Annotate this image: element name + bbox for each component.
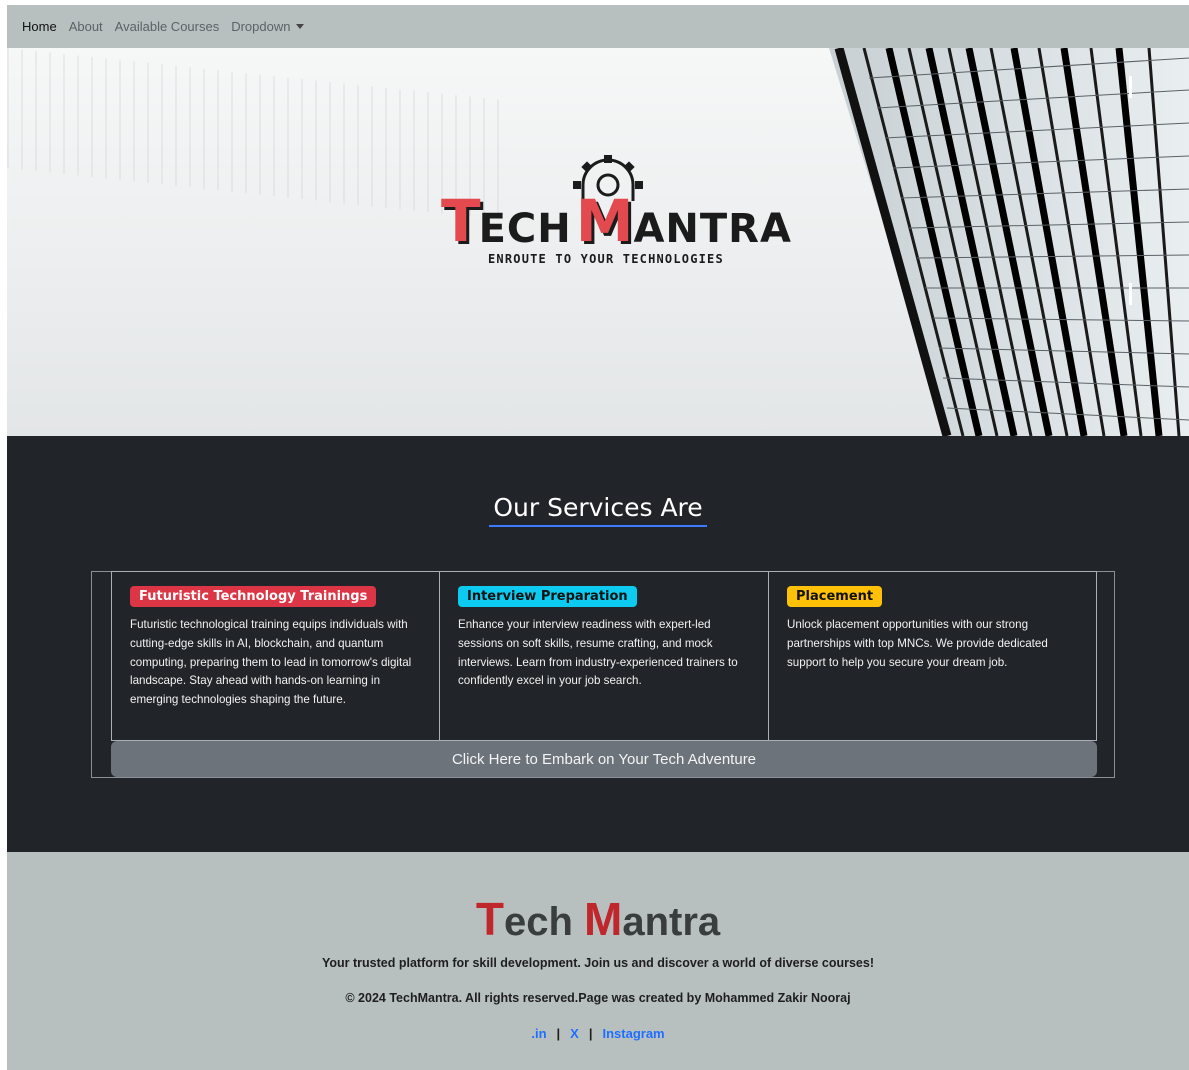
page: Home About Available Courses Dropdown T … [7,5,1189,1070]
service-card-placement: Placement Unlock placement opportunities… [768,571,1097,741]
service-badge: Futuristic Technology Trainings [130,586,377,607]
nav-home[interactable]: Home [22,19,57,34]
service-card-futuristic-training: Futuristic Technology Trainings Futurist… [111,571,440,741]
service-badge: Interview Preparation [458,586,637,607]
logo-tagline: ENROUTE TO YOUR TECHNOLOGIES [488,252,724,266]
logo-antra: ANTRA [633,206,792,252]
footer-brand-cap-m: M [584,893,623,945]
footer-social-links: .in | X | Instagram [7,1026,1189,1041]
navbar: Home About Available Courses Dropdown [7,5,1189,48]
footer-link-separator: | [588,1026,593,1041]
footer-link-x[interactable]: X [570,1026,579,1041]
service-description: Enhance your interview readiness with ex… [458,618,738,688]
footer-brand: Tech Mantra [7,892,1189,946]
service-card-interview-preparation: Interview Preparation Enhance your inter… [439,571,769,741]
services-heading-text: Our Services Are [489,493,707,527]
nav-dropdown[interactable]: Dropdown [231,19,305,34]
footer-link-separator: | [556,1026,561,1041]
nav-available-courses[interactable]: Available Courses [115,19,220,34]
service-badge: Placement [787,586,883,607]
caret-down-icon [296,24,305,29]
footer-link-in[interactable]: .in [531,1026,546,1041]
footer-brand-cap-t: T [475,893,504,945]
services-section: Our Services Are Futuristic Technology T… [7,436,1189,852]
services-heading: Our Services Are [7,493,1189,527]
hero-background-texture [7,48,507,221]
footer: Tech Mantra Your trusted platform for sk… [7,852,1189,1070]
logo-wordmark: T ECH M ANTRA [441,187,792,255]
services-container: Futuristic Technology Trainings Futurist… [91,571,1115,778]
footer-tagline: Your trusted platform for skill developm… [322,956,874,970]
building-facade-image [829,48,1189,436]
logo-letter-t: T [441,187,481,255]
embark-tech-adventure-button[interactable]: Click Here to Embark on Your Tech Advent… [111,741,1097,777]
logo-letter-m: M [575,187,634,255]
footer-copyright: © 2024 TechMantra. All rights reserved.P… [345,991,851,1005]
nav-dropdown-label: Dropdown [231,19,291,34]
logo-ech: ECH [478,206,572,252]
techmantra-logo: T ECH M ANTRA ENROUTE TO YOUR TECHNOLOGI… [441,155,791,275]
service-description: Unlock placement opportunities with our … [787,618,1048,669]
service-description: Futuristic technological training equips… [130,618,412,707]
footer-brand-ech: ech [503,900,584,944]
footer-brand-antra: antra [622,900,721,944]
footer-link-instagram[interactable]: Instagram [602,1026,664,1041]
nav-about[interactable]: About [69,19,103,34]
hero-banner: T ECH M ANTRA ENROUTE TO YOUR TECHNOLOGI… [7,48,1189,436]
